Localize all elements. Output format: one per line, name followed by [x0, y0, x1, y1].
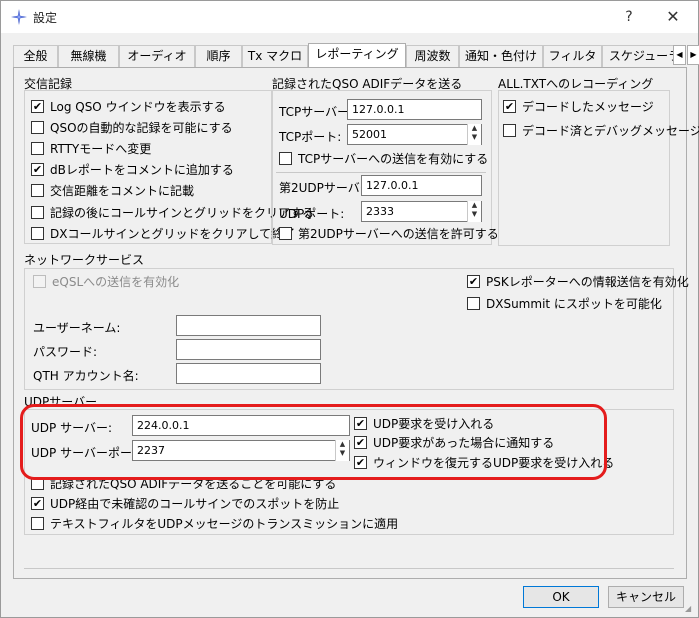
close-button[interactable]: ✕	[653, 1, 693, 33]
udp2-port-label: UDPポート:	[279, 207, 345, 221]
tab-notifications[interactable]: 通知・色付け	[459, 45, 543, 67]
window-title: 設定	[33, 11, 58, 25]
username-input[interactable]	[176, 315, 321, 336]
reporting-panel: 交信記録 ✔ Log QSO ウインドウを表示する QSOの自動的な記録を可能に…	[13, 67, 699, 579]
app-star-icon	[11, 9, 27, 25]
udp2-server-input[interactable]: 127.0.0.1	[361, 175, 482, 196]
username-label: ユーザーネーム:	[33, 321, 121, 335]
ok-button[interactable]: OK	[523, 586, 599, 608]
qth-account-label: QTH アカウント名:	[33, 369, 139, 383]
network-group-title: ネットワークサービス	[24, 253, 145, 267]
cancel-button[interactable]: キャンセル	[608, 586, 684, 608]
tab-scroll-right-icon[interactable]: ▶	[687, 45, 699, 65]
tab-frequencies[interactable]: 周波数	[406, 45, 459, 67]
decoded-messages-check: ✔	[503, 100, 516, 113]
tcp-server-label: TCPサーバー:	[279, 105, 354, 119]
tab-radio[interactable]: 無線機	[58, 45, 119, 67]
db-report-comment-check: ✔	[31, 163, 44, 176]
title-bar[interactable]: 設定 ? ✕	[1, 1, 698, 33]
tab-tx-macros[interactable]: Tx マクロ	[242, 45, 308, 67]
tab-bar: 全般 無線機 オーディオ 順序 Tx マクロ レポーティング 周波数 通知・色付…	[13, 43, 685, 67]
udp2-port-input[interactable]: 2333	[361, 201, 482, 222]
udp-highlight-annotation	[20, 404, 607, 480]
tcp-port-label: TCPポート:	[279, 130, 342, 144]
resize-grip-icon[interactable]: ◢	[685, 604, 697, 616]
tab-filters[interactable]: フィルタ	[543, 45, 602, 67]
tcp-port-spin-icon[interactable]: ▲ ▼	[467, 124, 481, 145]
help-button[interactable]: ?	[609, 1, 649, 33]
panel-bottom-divider	[24, 568, 674, 569]
tab-reporting[interactable]: レポーティング	[308, 43, 406, 67]
tcp-server-input[interactable]: 127.0.0.1	[347, 99, 482, 120]
adif-divider	[276, 172, 486, 173]
log-qso-window-check: ✔	[31, 100, 44, 113]
password-label: パスワード:	[33, 345, 98, 359]
tab-audio[interactable]: オーディオ	[119, 45, 195, 67]
tab-general[interactable]: 全般	[13, 45, 58, 67]
tcp-port-input[interactable]: 52001	[347, 124, 482, 145]
udp2-port-spin-icon[interactable]: ▲ ▼	[467, 201, 481, 222]
settings-dialog: 設定 ? ✕ 全般 無線機 オーディオ 順序 Tx マクロ レポーティング 周波…	[0, 0, 699, 618]
tab-scroll-left-icon[interactable]: ◀	[673, 45, 686, 65]
password-input[interactable]	[176, 339, 321, 360]
udp-prevent-spots-check: ✔	[31, 497, 44, 510]
udp2-server-label: 第2UDPサーバー	[279, 181, 372, 195]
tab-sequence[interactable]: 順序	[195, 45, 242, 67]
qth-account-input[interactable]	[176, 363, 321, 384]
psk-reporter-check: ✔	[467, 275, 480, 288]
